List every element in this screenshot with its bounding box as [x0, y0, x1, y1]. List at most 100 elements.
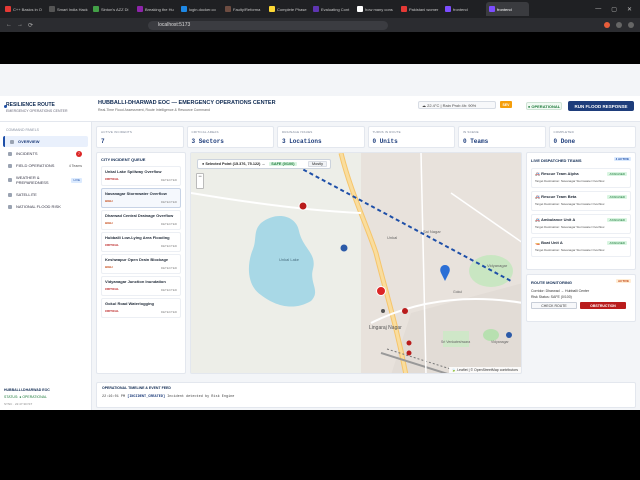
brave-shield-icon[interactable] [604, 22, 610, 28]
tab-label: Faulty/Reforma [233, 6, 261, 12]
browser-tab[interactable]: Breaking the Hu [134, 2, 177, 16]
incident-status: DETECTED [160, 244, 177, 248]
window-controls[interactable]: — ▢ ✕ [595, 6, 640, 13]
incident-title: Hubballi Low-Lying Area Flooding [105, 235, 170, 240]
sidebar-footer: HUBBALLI-DHARWAD EOC STATUS: ● OPERATION… [4, 388, 50, 406]
obstruction-button[interactable]: OBSTRUCTION [580, 302, 626, 309]
footer-time: SYNC · 22:47:30 IST [4, 402, 33, 406]
run-flood-response-button[interactable]: RUN FLOOD RESPONSE [568, 101, 634, 111]
map-label: Vidyanagar [491, 340, 509, 344]
forward-icon[interactable]: → [17, 22, 23, 28]
zoom-out-button[interactable]: − [197, 174, 203, 181]
dispatched-teams-panel: LIVE DISPATCHED TEAMS 4 ACTIVE 🚑 Rescue … [526, 152, 636, 270]
tab-favicon-icon [93, 6, 99, 12]
team-count: 4 Teams [68, 163, 82, 168]
browser-tab[interactable]: Smart India Hack [46, 2, 89, 16]
incident-list-item[interactable]: Hubballi Low-Lying Area Flooding CRITICAL… [101, 232, 181, 252]
tab-favicon-icon [445, 6, 451, 12]
browser-tab[interactable]: Sinton's AZZ Di [90, 2, 133, 16]
overview-icon [10, 139, 14, 144]
menu-icon[interactable] [628, 22, 634, 28]
team-card[interactable]: 🚑 Ambulance Unit A Target Destination: Na… [531, 214, 631, 234]
incident-queue: CITY INCIDENT QUEUE Unkal Lake Spillway … [96, 152, 186, 374]
map-label: Unkal [387, 235, 397, 240]
page-title: HUBBALLI-DHARWAD EOC — EMERGENCY OPERATI… [98, 100, 276, 106]
map-attribution[interactable]: 🍃 Leaflet | © OpenStreetMap contributors [448, 367, 521, 373]
map-label: Unkal Lake [279, 257, 300, 262]
browser-tab[interactable]: Pakistani womer [398, 2, 441, 16]
stat-active-incidents: ACTIVE INCIDENTS 7 [96, 126, 184, 148]
maximize-icon[interactable]: ▢ [611, 6, 617, 13]
incident-list-item[interactable]: Gokul Road Waterlogging CRITICAL DETECTED [101, 298, 181, 318]
incident-list-item[interactable]: Unkal Lake Spillway Overflow CRITICAL DETE… [101, 166, 181, 186]
tab-label: Sinton's AZZ Di [101, 6, 129, 12]
incident-marker [402, 308, 408, 314]
stat-value: 3 Sectors [191, 138, 224, 145]
zoom-controls: − [196, 173, 204, 189]
teams-list: 🚑 Rescue Team Alpha Target Destination: N… [527, 168, 635, 257]
incident-map[interactable]: Unkal Lake Unkal Sai Nagar Vidyanagar Li… [190, 152, 522, 374]
tab-favicon-icon [357, 6, 363, 12]
stat-value: 7 [101, 138, 105, 145]
browser-tab[interactable]: how many cons [354, 2, 397, 16]
stat-label: DRAINAGE ISSUES [282, 130, 313, 134]
stat-value: 3 Locations [282, 138, 322, 145]
incident-status: DETECTED [160, 222, 177, 226]
team-status-badge: ASSIGNED [607, 195, 627, 199]
incident-title: Unkal Lake Spillway Overflow [105, 169, 162, 174]
tab-label: frontend [497, 6, 512, 12]
browser-tab[interactable]: Evaluating Cont [310, 2, 353, 16]
stat-in-scene: IN SCENE 0 Teams [458, 126, 546, 148]
operational-status-button[interactable]: ● OPERATIONAL [526, 102, 562, 110]
sidebar-item-national-flood-risk[interactable]: NATIONAL FLOOD RISK [3, 201, 88, 212]
map-mode-button[interactable]: Mostly [308, 161, 327, 167]
sidebar-item-satellite[interactable]: SATELLITE [3, 189, 88, 200]
browser-tab[interactable]: frontend [486, 2, 529, 16]
tab-favicon-icon [5, 6, 11, 12]
incident-count-badge: 7 [76, 150, 82, 157]
extension-icon[interactable] [616, 22, 622, 28]
incident-list-item[interactable]: Navanagar Stormwater Overflow HIGH DETECTE… [101, 188, 181, 208]
right-panel: LIVE DISPATCHED TEAMS 4 ACTIVE 🚑 Rescue … [526, 152, 636, 374]
sidebar-item-field-operations[interactable]: FIELD OPERATIONS 4 Teams [3, 160, 88, 171]
team-card[interactable]: 🚑 Rescue Team Beta Target Destination: Na… [531, 191, 631, 211]
teams-title-text: LIVE DISPATCHED TEAMS [531, 158, 582, 163]
stat-completed: COMPLETED 0 Done [548, 126, 636, 148]
brand-logo-icon [4, 105, 7, 108]
team-card[interactable]: 🚤 Boat Unit A Target Destination: Navanag… [531, 237, 631, 257]
sidebar-item-incidents[interactable]: INCIDENTS 7 [3, 148, 88, 159]
incident-list-item[interactable]: Vidyanagar Junction Inundation CRITICAL DE… [101, 276, 181, 296]
brand-subtitle: EMERGENCY OPERATIONS CENTER [6, 109, 68, 113]
minimize-icon[interactable]: — [595, 6, 601, 13]
reload-icon[interactable]: ⟳ [28, 22, 33, 29]
incident-title: Gokul Road Waterlogging [105, 301, 154, 306]
stat-value: 0 Units [372, 138, 398, 145]
browser-tab[interactable]: Complete Phase [266, 2, 309, 16]
teams-title: LIVE DISPATCHED TEAMS 4 ACTIVE [527, 153, 635, 165]
tab-label: login.docker.co [189, 6, 216, 12]
incident-status: DETECTED [160, 266, 177, 270]
extensions [604, 22, 634, 28]
browser-tab[interactable]: login.docker.co [178, 2, 221, 16]
team-card[interactable]: 🚑 Rescue Team Alpha Target Destination: N… [531, 168, 631, 188]
incident-status: DETECTED [160, 178, 177, 182]
team-destination: Target Destination: Navanagar Stormwater… [535, 225, 605, 229]
browser-tab[interactable]: Faulty/Reforma [222, 2, 265, 16]
app-header: RESILIENCE ROUTE EMERGENCY OPERATIONS CE… [0, 96, 640, 122]
map-label: Vidyanagar [487, 263, 508, 268]
sidebar-item-weather[interactable]: WEATHER & PREPAREDNESS LIVE [3, 172, 88, 188]
incident-list-item[interactable]: Keshwapur Open Drain Blockage HIGH DETECTE… [101, 254, 181, 274]
close-icon[interactable]: ✕ [627, 6, 632, 13]
url-field[interactable]: localhost:5173 [148, 20, 389, 30]
tab-favicon-icon [401, 6, 407, 12]
route-status-badge: ACTIVE [615, 279, 631, 283]
browser-tab[interactable]: frontend [442, 2, 485, 16]
selected-point-bar: ● Selected Point (15.376, 75.122) → SAFE… [197, 159, 331, 169]
sidebar-item-overview[interactable]: OVERVIEW [3, 136, 88, 147]
back-icon[interactable]: ← [6, 22, 12, 28]
browser-tab[interactable]: C++ Basics in O [2, 2, 45, 16]
map-canvas[interactable]: Unkal Lake Unkal Sai Nagar Vidyanagar Li… [191, 153, 522, 374]
sidebar-item-label: SATELLITE [16, 192, 37, 197]
incident-list-item[interactable]: Dharwad Central Drainage Overflow HIGH DET… [101, 210, 181, 230]
check-route-button[interactable]: CHECK ROUTE [531, 302, 577, 309]
